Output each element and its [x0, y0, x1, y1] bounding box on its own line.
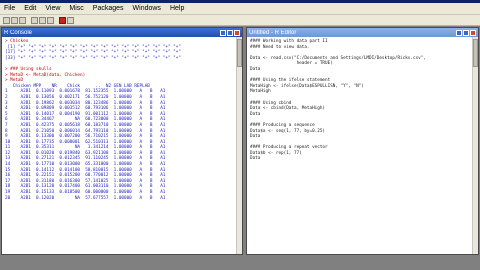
menu-file[interactable]: File — [4, 3, 15, 15]
script-editor[interactable]: #### Working with data part II #### Need … — [247, 37, 472, 254]
menu-help[interactable]: Help — [170, 3, 184, 15]
scrollbar-thumb[interactable] — [237, 39, 242, 67]
editor-title: Untitled - R Editor — [249, 29, 297, 36]
menu-edit[interactable]: Edit — [24, 3, 36, 15]
scrollbar-thumb[interactable] — [473, 39, 478, 67]
menu-misc[interactable]: Misc — [69, 3, 83, 15]
maximize-icon[interactable] — [463, 29, 469, 36]
open-script-button[interactable] — [3, 16, 10, 24]
minimize-icon[interactable] — [220, 29, 226, 36]
toolbar — [0, 15, 480, 26]
minimize-icon[interactable] — [456, 29, 462, 36]
editor-titlebar[interactable]: Untitled - R Editor — [247, 28, 478, 37]
status-area — [0, 256, 480, 270]
print-button[interactable] — [67, 16, 74, 24]
script-line: Data — [250, 156, 261, 162]
console-title: R Console — [4, 29, 33, 36]
menu-bar: File Edit View Misc Packages Windows Hel… — [0, 3, 480, 15]
maximize-icon[interactable] — [227, 29, 233, 36]
paste-button[interactable] — [39, 16, 46, 24]
menu-view[interactable]: View — [45, 3, 60, 15]
console-titlebar[interactable]: R Console — [2, 28, 242, 37]
console-line: 20 A2B1 0.12020 NA 57.677557 1.00000 A B… — [5, 195, 166, 201]
close-icon[interactable] — [470, 29, 476, 36]
console-output[interactable]: > Chicken [1] "+" "+" "+" "+" "+" "+" "+… — [2, 37, 236, 254]
console-scrollbar[interactable] — [236, 37, 242, 254]
copy-paste-button[interactable] — [47, 16, 54, 24]
console-window[interactable]: R Console > Chicken [1] "+" "+" "+" "+" … — [1, 27, 243, 255]
load-workspace-button[interactable] — [11, 16, 18, 24]
save-workspace-button[interactable] — [19, 16, 26, 24]
stop-button[interactable] — [59, 16, 66, 24]
editor-window[interactable]: Untitled - R Editor #### Working with da… — [246, 27, 479, 255]
menu-packages[interactable]: Packages — [93, 3, 124, 15]
close-icon[interactable] — [234, 29, 240, 36]
menu-windows[interactable]: Windows — [133, 3, 161, 15]
editor-scrollbar[interactable] — [472, 37, 478, 254]
mdi-workspace: R Console > Chicken [1] "+" "+" "+" "+" … — [0, 26, 480, 256]
copy-button[interactable] — [31, 16, 38, 24]
